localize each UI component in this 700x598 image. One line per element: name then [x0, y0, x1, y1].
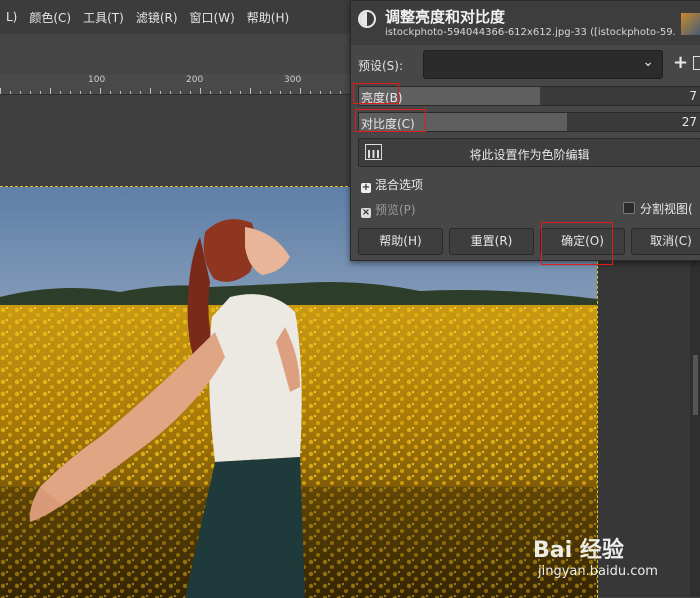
dialog-subtitle: istockphoto-594044366-612x612.jpg-33 ([i… [385, 27, 675, 38]
ruler-tick [320, 91, 321, 94]
expand-plus-icon: + [361, 182, 371, 193]
checkbox-empty-icon [623, 202, 635, 214]
menu-item-filters[interactable]: 滤镜(R) [130, 9, 184, 26]
baidu-watermark-url: jingyan.baidu.com [538, 564, 658, 579]
menu-item-tools[interactable]: 工具(T) [77, 9, 130, 26]
preset-menu-icon[interactable] [693, 56, 700, 70]
ruler-label-200: 200 [186, 75, 204, 85]
baidu-watermark-logo: Bai 经验 [533, 538, 624, 563]
ruler-tick [300, 88, 301, 94]
ruler-tick [200, 88, 201, 94]
help-button[interactable]: 帮助(H) [358, 228, 443, 255]
brightness-slider[interactable]: 亮度(B) 7 [358, 86, 700, 106]
ruler-tick [130, 91, 131, 94]
blending-options-expander[interactable]: + 混合选项 [361, 176, 423, 193]
add-preset-icon[interactable]: + [673, 52, 688, 73]
ruler-tick [210, 91, 211, 94]
menu-item-image[interactable]: L) [0, 10, 23, 24]
ruler-tick [260, 91, 261, 94]
ruler-tick [250, 88, 251, 94]
ruler-tick [230, 91, 231, 94]
ruler-tick [20, 91, 21, 94]
ruler-tick [40, 91, 41, 94]
cancel-button[interactable]: 取消(C) [631, 228, 700, 255]
dialog-header: 调整亮度和对比度 istockphoto-594044366-612x612.j… [351, 1, 700, 45]
edit-as-levels-label: 将此设置作为色阶编辑 [469, 148, 590, 162]
menu-item-windows[interactable]: 窗口(W) [184, 9, 241, 26]
preset-label: 预设(S): [358, 59, 404, 73]
ruler-tick [180, 91, 181, 94]
edit-as-levels-button[interactable]: 将此设置作为色阶编辑 [358, 138, 700, 167]
ruler-tick [10, 91, 11, 94]
ruler-tick [220, 91, 221, 94]
checkbox-x-icon: × [361, 207, 371, 218]
brightness-highlight-box [353, 83, 399, 104]
ruler-tick [70, 91, 71, 94]
contrast-value: 27 [681, 115, 697, 129]
ruler-tick [280, 91, 281, 94]
ruler-tick [330, 91, 331, 94]
ruler-tick [190, 91, 191, 94]
menu-item-help[interactable]: 帮助(H) [241, 9, 295, 26]
ok-highlight-box [541, 222, 613, 265]
ruler-tick [60, 91, 61, 94]
scrollbar-thumb[interactable] [693, 355, 698, 415]
ruler-tick [50, 88, 51, 94]
ruler-tick [140, 91, 141, 94]
dialog-title: 调整亮度和对比度 [385, 8, 506, 26]
ruler-tick [290, 91, 291, 94]
image-thumbnail [681, 13, 700, 35]
ruler-tick [170, 91, 171, 94]
blending-options-label: 混合选项 [375, 178, 424, 192]
ruler-label-100: 100 [88, 75, 106, 85]
contrast-highlight-box [355, 109, 426, 132]
ruler-tick [240, 91, 241, 94]
ruler-tick [120, 91, 121, 94]
ruler-tick [340, 91, 341, 94]
ruler-tick [90, 91, 91, 94]
reset-button[interactable]: 重置(R) [449, 228, 534, 255]
ruler-tick [30, 91, 31, 94]
ruler-tick [110, 91, 111, 94]
menu-item-colors[interactable]: 颜色(C) [23, 9, 77, 26]
ruler-tick [0, 88, 1, 94]
split-view-checkbox[interactable]: 分割视图( [623, 200, 693, 217]
split-view-label: 分割视图( [640, 202, 693, 216]
ruler-tick [310, 91, 311, 94]
brightness-value: 7 [689, 89, 697, 103]
ruler-tick [150, 88, 151, 94]
preset-dropdown[interactable]: ⌄ [423, 50, 663, 79]
ruler-tick [270, 91, 271, 94]
preview-checkbox[interactable]: × 预览(P) [361, 201, 416, 218]
ruler-tick [100, 88, 101, 94]
ruler-tick [160, 91, 161, 94]
chevron-down-icon: ⌄ [642, 54, 654, 70]
preview-label: 预览(P) [375, 203, 416, 217]
brightness-contrast-icon [358, 10, 376, 28]
ruler-label-300: 300 [284, 75, 302, 85]
ruler-tick [80, 91, 81, 94]
